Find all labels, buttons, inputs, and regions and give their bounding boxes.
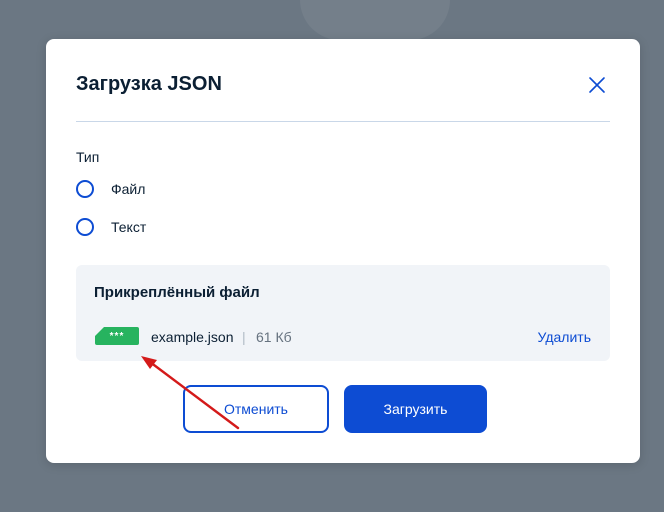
radio-label-file: Файл (111, 181, 146, 197)
delete-file-link[interactable]: Удалить (538, 329, 591, 345)
close-icon (589, 77, 605, 93)
header-divider (76, 121, 610, 122)
file-type-badge: *** (95, 327, 139, 345)
attached-file-panel: Прикреплённый файл *** example.json | 61… (76, 265, 610, 361)
type-field-label: Тип (76, 149, 100, 165)
radio-circle[interactable] (76, 218, 94, 236)
radio-label-text: Текст (111, 219, 147, 235)
file-size: 61 Кб (256, 329, 292, 345)
file-separator: | (242, 329, 246, 345)
attached-file-title: Прикреплённый файл (94, 284, 260, 301)
modal-title: Загрузка JSON (76, 73, 222, 95)
upload-json-modal: Загрузка JSON Тип Файл Текст Прикреплённ… (46, 39, 640, 463)
file-name: example.json (151, 329, 234, 345)
cancel-button[interactable]: Отменить (183, 385, 329, 433)
radio-circle[interactable] (76, 180, 94, 198)
radio-option-text[interactable]: Текст (76, 218, 146, 236)
radio-option-file[interactable]: Файл (76, 180, 145, 198)
backdrop-shape (300, 0, 450, 40)
close-button[interactable] (584, 72, 610, 98)
upload-button[interactable]: Загрузить (344, 385, 487, 433)
